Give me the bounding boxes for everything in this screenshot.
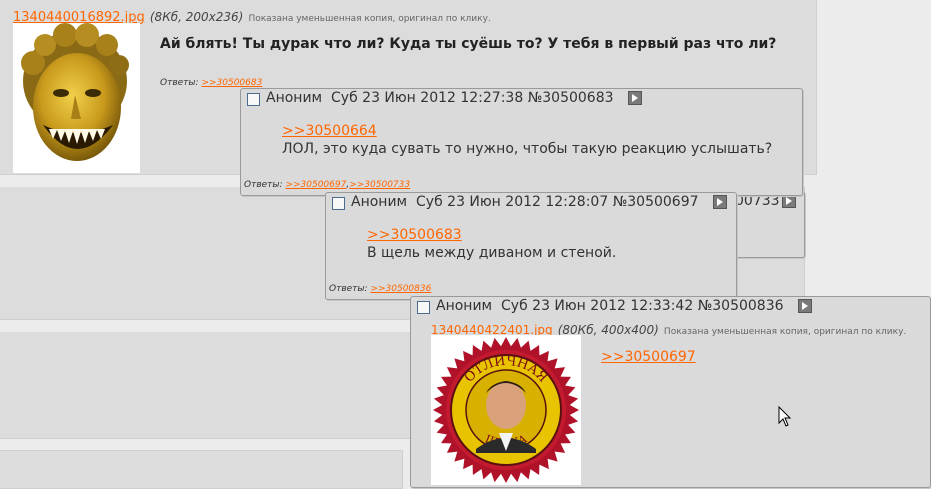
post-number[interactable]: №30500836	[698, 298, 784, 314]
play-icon[interactable]	[782, 194, 796, 208]
play-icon[interactable]	[713, 195, 727, 209]
anon-name: Аноним	[351, 194, 408, 210]
reply-link-row: >>30500664	[282, 123, 377, 139]
troll-face-image	[21, 23, 129, 161]
reply-link[interactable]: >>30500697	[601, 349, 696, 365]
play-icon[interactable]	[628, 91, 642, 105]
answer-link[interactable]: >>30500683	[201, 78, 262, 88]
anon-name: Аноним	[436, 298, 493, 314]
popup-answers: Ответы: >>30500697,>>30500733	[244, 180, 411, 190]
mouse-cursor-icon	[778, 406, 792, 427]
seal-image: ОТЛИЧНАЯ ШУТКА	[433, 337, 579, 483]
popup-header: Аноним Суб 23 Июн 2012 12:27:38 №3050068…	[266, 90, 614, 106]
post-number[interactable]: №30500697	[613, 194, 699, 210]
post-message: ЛОЛ, это куда сувать то нужно, чтобы так…	[282, 141, 773, 157]
popup-header: Аноним Суб 23 Июн 2012 12:33:42 №3050083…	[436, 298, 784, 314]
post-message: В щель между диваном и стеной.	[367, 245, 617, 261]
popup-post-30500683: Аноним Суб 23 Июн 2012 12:27:38 №3050068…	[240, 88, 803, 196]
first-post-message: Ай блять! Ты дурак что ли? Куда ты суёшь…	[160, 36, 777, 52]
answer-link[interactable]: >>30500836	[370, 284, 431, 294]
popup-file-note: Показана уменьшенная копия, оригинал по …	[663, 327, 907, 337]
select-checkbox[interactable]	[417, 301, 430, 314]
post-background-3	[0, 332, 419, 439]
post-number[interactable]: №30500683	[528, 90, 614, 106]
reply-link[interactable]: >>30500664	[282, 123, 377, 139]
reply-link-row: >>30500697	[601, 349, 696, 365]
popup-post-30500697: Аноним Суб 23 Июн 2012 12:28:07 №3050069…	[325, 192, 737, 300]
answers-label: Ответы:	[244, 180, 283, 190]
first-post-thumbnail[interactable]	[13, 23, 140, 173]
first-post-answers: Ответы: >>30500683	[160, 78, 262, 88]
post-date: Суб 23 Июн 2012 12:28:07	[416, 194, 609, 210]
answer-link[interactable]: >>30500733	[349, 180, 410, 190]
answers-label: Ответы:	[160, 78, 199, 88]
answer-link[interactable]: >>30500697	[285, 180, 346, 190]
select-checkbox[interactable]	[247, 93, 260, 106]
post-background-4	[0, 450, 403, 489]
reply-link[interactable]: >>30500683	[367, 227, 462, 243]
popup-answers: Ответы: >>30500836	[329, 284, 431, 294]
post-date: Суб 23 Июн 2012 12:33:42	[501, 298, 694, 314]
select-checkbox[interactable]	[332, 197, 345, 210]
post-date: Суб 23 Июн 2012 12:27:38	[331, 90, 524, 106]
popup-header: Аноним Суб 23 Июн 2012 12:28:07 №3050069…	[351, 194, 699, 210]
popup-post-30500836: Аноним Суб 23 Июн 2012 12:33:42 №3050083…	[410, 296, 931, 488]
first-post-file-meta: (8Кб, 200x236)	[149, 10, 244, 24]
popup-thumbnail[interactable]: ОТЛИЧНАЯ ШУТКА	[431, 335, 581, 485]
anon-name: Аноним	[266, 90, 323, 106]
answers-label: Ответы:	[329, 284, 368, 294]
play-icon[interactable]	[798, 299, 812, 313]
first-post-file-note: Показана уменьшенная копия, оригинал по …	[248, 14, 491, 24]
reply-link-row: >>30500683	[367, 227, 462, 243]
